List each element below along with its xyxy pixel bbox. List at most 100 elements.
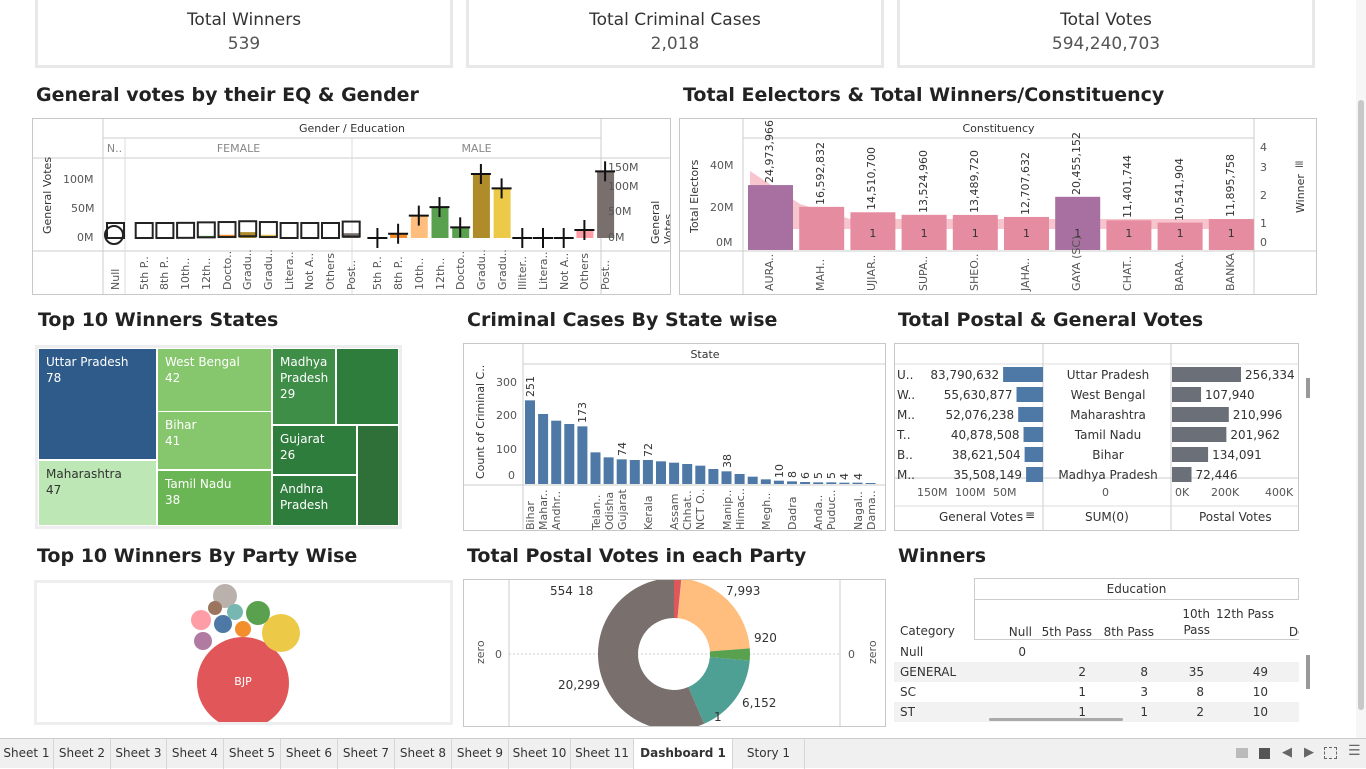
grid-view-icon[interactable] [1236,748,1248,758]
col-general-votes[interactable]: General Votes [939,510,1023,524]
tab-story-1[interactable]: Story 1 [733,739,805,769]
sort-icon[interactable]: ≡ [1294,157,1304,171]
criminal-bar-label: 38 [720,454,734,469]
postal-left-axis: zero [474,640,487,664]
eq-marker-box [300,222,320,239]
donut-label: 554 [550,584,573,598]
prev-sheet-icon[interactable]: ◀ [1282,745,1292,760]
electors-ytick: 20M [710,201,734,214]
treemap-cell-state[interactable] [336,348,399,425]
winners-col-header: 8th Pass [1103,625,1154,639]
fullscreen-icon[interactable] [1324,747,1337,759]
general-votes-bar [1018,407,1043,422]
criminal-bar [603,457,614,484]
criminal-x-label: Mahar.. [537,489,551,530]
electors-bar-label: 13,489,720 [967,149,981,213]
electors-x-label: GAYA (SC) [1070,235,1084,291]
treemap-cell-andhra-pradesh[interactable]: Andhra Pradesh [272,475,357,526]
criminal-bar [656,461,666,484]
treemap-top-states[interactable]: Uttar Pradesh 78 West Bengal 42 Madhya Pra… [35,345,402,529]
winners-col-header: 5th Pass [1041,625,1092,639]
treemap-cell-gujarat[interactable]: Gujarat 26 [272,425,357,475]
bubble-party [246,601,270,625]
eq-x-label: Gradu.. [474,249,488,290]
electors-bar-label: 20,455,152 [1070,131,1084,195]
electors-y2label: Winner [1294,174,1307,213]
postal-general-chart[interactable]: U.. 83,790,632 Uttar Pradesh 256,334 W.. 55,6… [894,343,1299,531]
kpi-title: Total Votes [1060,10,1152,30]
eq-ytick: 100M [63,173,94,186]
tab-sheet-11[interactable]: Sheet 11 [571,739,634,769]
title-postal-general: Total Postal & General Votes [898,309,1204,331]
treemap-cell-bihar[interactable]: Bihar 41 [157,411,272,470]
party-bubbles[interactable]: BJP [34,580,453,725]
electors-bar-label: 13,524,960 [916,149,930,213]
criminal-chart[interactable]: State Count of Criminal C.. 300 200 100 … [463,343,886,531]
next-sheet-icon[interactable]: ▶ [1304,745,1314,760]
scroll-thumb[interactable] [1306,378,1310,398]
postal-votes-bar [1172,387,1202,402]
table-cell: 8 [1196,685,1204,699]
electors-chart[interactable]: Constituency Total Electors Winner 40M 2… [679,118,1317,295]
tab-sheet-2[interactable]: Sheet 2 [54,739,111,769]
tab-sheet-5[interactable]: Sheet 5 [224,739,281,769]
tab-dashboard-1[interactable]: Dashboard 1 [634,739,733,769]
criminal-bar [826,482,837,484]
row-abbr: B.. [897,448,913,462]
winner-count-label: 1 [869,227,877,240]
general-votes-bar [1024,447,1043,462]
table-row-category: SC [900,685,916,699]
eq-marker-box [279,222,299,239]
row-abbr: M.. [897,468,915,482]
tab-sheet-6[interactable]: Sheet 6 [281,739,338,769]
tab-sheet-10[interactable]: Sheet 10 [509,739,571,769]
tab-sheet-3[interactable]: Sheet 3 [111,739,167,769]
treemap-cell-madhya-pradesh[interactable]: Madhya Pradesh 29 [272,348,336,425]
electors-bar-label: 11,401,744 [1121,155,1135,219]
sort-icon[interactable]: ≡ [1025,508,1035,522]
treemap-cell-tamil-nadu[interactable]: Tamil Nadu 38 [157,470,272,526]
page-scrollbar[interactable] [1356,0,1366,738]
horizontal-scroll-thumb[interactable] [989,718,1123,721]
tab-sheet-4[interactable]: Sheet 4 [167,739,224,769]
general-value: 55,630,877 [943,388,1013,402]
postal-party-chart[interactable]: zero 0 zero 0 554 18 7,993 920 6,152 1 20,299 [463,579,886,727]
postal-tick: 400K [1265,486,1294,499]
eq-marker-box [134,222,154,239]
eq-x-label: Gradu.. [261,249,275,290]
postal-value: 210,996 [1232,408,1283,422]
eq-x-label: 8th P.. [392,256,406,290]
treemap-cell-uttar-pradesh[interactable]: Uttar Pradesh 78 [38,348,157,460]
eq-x-label: Litera.. [282,251,296,290]
table-cell: 2 [1196,705,1204,719]
tab-sheet-1[interactable]: Sheet 1 [0,739,54,769]
criminal-bar [760,479,771,484]
table-cell: 10 [1252,705,1268,719]
eq-x-label: 12th.. [433,257,447,290]
page-scroll-thumb[interactable] [1358,100,1364,710]
tab-sheet-9[interactable]: Sheet 9 [452,739,509,769]
eq-ytick: 50M [71,202,95,215]
postal-value: 72,446 [1195,468,1238,482]
kpi-total-criminal-cases: Total Criminal Cases 2,018 [466,0,884,68]
title-top-states: Top 10 Winners States [38,309,279,331]
sheet-tabs: Sheet 1 Sheet 2 Sheet 3 Sheet 4 Sheet 5 Sheet… [0,738,1366,769]
winners-col-header: Doc [1288,625,1299,639]
criminal-x-label: Megh.. [759,492,773,530]
table-cell: 10 [1252,685,1268,699]
menu-icon[interactable]: ☰ [1348,743,1361,759]
winners-table[interactable]: Education Category Null 5th Pass 8th Pass 1… [894,578,1299,728]
winner-count-label: 1 [920,227,928,240]
eq-gender-chart[interactable]: Gender / Education N.. FEMALE MALE Gener… [32,118,671,295]
scroll-thumb[interactable] [1306,655,1310,689]
treemap-cell-state[interactable] [357,425,399,526]
criminal-bar-label: 8 [786,471,799,479]
filmstrip-icon[interactable] [1259,748,1270,759]
treemap-cell-maharashtra[interactable]: Maharashtra 47 [38,460,157,526]
eq-ylabel: General Votes [41,156,54,234]
tab-sheet-8[interactable]: Sheet 8 [395,739,452,769]
general-votes-bar [1026,467,1043,482]
bubble-party [191,610,211,630]
postal-tick: 200K [1211,486,1240,499]
tab-sheet-7[interactable]: Sheet 7 [338,739,395,769]
